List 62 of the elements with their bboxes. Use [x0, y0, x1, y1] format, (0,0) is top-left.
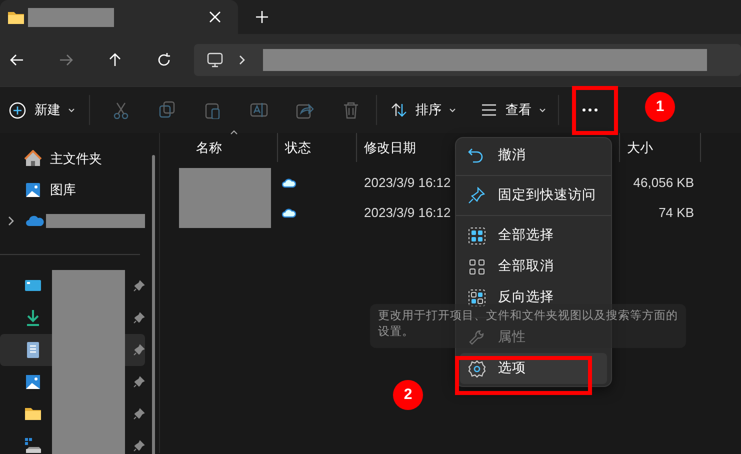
menu-item[interactable]: 固定到快速访问: [460, 180, 607, 211]
more-icon: [581, 108, 600, 112]
refresh-icon[interactable]: [156, 52, 172, 68]
invert-selection-icon: [468, 288, 486, 306]
column-header[interactable]: 大小: [627, 138, 653, 158]
table-cell-text: 74 KB: [658, 204, 694, 222]
picture-icon: [24, 373, 42, 391]
sort-arrows-icon: [391, 102, 408, 118]
menu-item[interactable]: 撤消: [460, 140, 607, 171]
table-cell-text: 46,056 KB: [633, 174, 694, 192]
window-tab[interactable]: [0, 0, 238, 34]
sidebar-item[interactable]: 主文件夹: [50, 148, 102, 168]
folder-icon: [24, 405, 42, 423]
computer-icon: [207, 52, 223, 68]
wrench-icon: [468, 328, 486, 346]
forward-icon[interactable]: [58, 52, 74, 68]
settings-icon: [468, 360, 486, 378]
select-none-icon: [468, 258, 486, 276]
sort-caret-icon: [230, 130, 238, 135]
up-arrow-icon[interactable]: [107, 52, 123, 68]
view-button[interactable]: 查看: [475, 96, 552, 124]
highlight-frame: [572, 86, 618, 135]
column-header[interactable]: 状态: [285, 138, 311, 158]
menu-item[interactable]: 全部选择: [460, 220, 607, 251]
add-tab-icon[interactable]: [254, 10, 268, 24]
back-icon[interactable]: [9, 52, 25, 68]
pin-icon[interactable]: [133, 280, 145, 292]
scrollbar[interactable]: [152, 155, 155, 454]
column-header[interactable]: 修改日期: [364, 138, 416, 158]
menu-item[interactable]: 全部取消: [460, 251, 607, 282]
chevron-icon[interactable]: [8, 216, 14, 226]
pin-icon[interactable]: [133, 440, 145, 452]
table-cell-text: 2023/3/9 16:12: [364, 204, 451, 222]
menu-item[interactable]: 属性: [460, 322, 607, 353]
new-button[interactable]: 新建: [3, 96, 82, 124]
caret-icon: [449, 108, 456, 112]
list-lines-icon: [481, 103, 498, 117]
document-icon: [24, 341, 42, 359]
table-cell-text: 2023/3/9 16:12: [364, 174, 451, 192]
address-bar[interactable]: [194, 44, 741, 76]
pin-icon[interactable]: [133, 312, 145, 324]
cloud-icon: [282, 178, 296, 188]
download-icon: [24, 309, 42, 327]
pin-icon: [468, 186, 486, 204]
caret-icon: [539, 108, 546, 112]
caret-icon: [68, 108, 76, 112]
column-header[interactable]: 名称: [196, 138, 222, 158]
close-icon[interactable]: [208, 11, 220, 23]
select-all-icon: [468, 226, 486, 244]
sort-button[interactable]: 排序: [385, 96, 462, 124]
folder-icon: [6, 9, 24, 25]
chevron-icon: [239, 55, 245, 65]
sidebar-item[interactable]: 图库: [50, 180, 76, 200]
pin-icon[interactable]: [133, 408, 145, 420]
home-icon: [24, 150, 42, 168]
plus-circle-icon: [9, 102, 26, 118]
drive-icon: [24, 437, 42, 454]
picture-icon: [24, 180, 42, 198]
pin-icon[interactable]: [133, 376, 145, 388]
pin-icon[interactable]: [133, 344, 145, 356]
cloud-icon: [282, 208, 296, 218]
step-badge: 2: [393, 380, 423, 410]
